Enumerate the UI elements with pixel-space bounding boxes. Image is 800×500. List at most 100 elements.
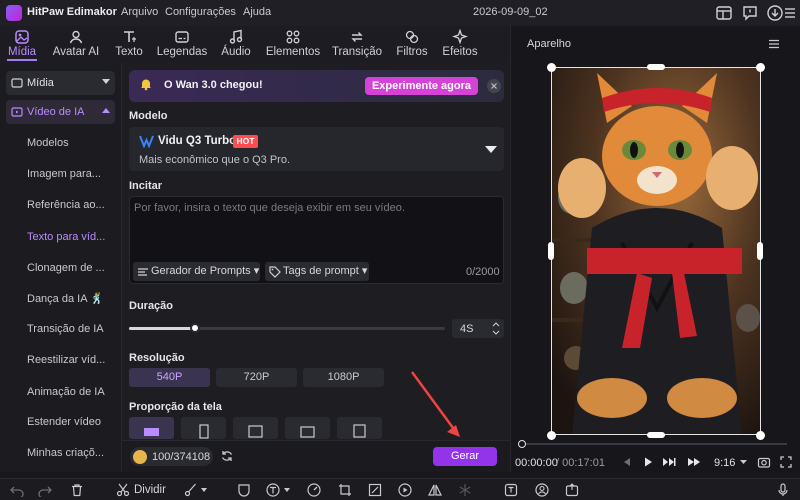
feedback-icon[interactable]	[741, 4, 759, 22]
tab-midia[interactable]: Mídia	[4, 26, 40, 62]
try-now-button[interactable]: Experimente agora	[365, 77, 478, 95]
music-icon	[229, 29, 243, 44]
sidebar-item-clonagem[interactable]: Clonagem de ...	[27, 262, 105, 274]
model-description: Mais econômico que o Q3 Pro.	[139, 154, 291, 166]
speed-icon[interactable]	[307, 483, 321, 497]
refresh-icon[interactable]	[220, 449, 234, 463]
tab-avatar-ai[interactable]: Avatar AI	[48, 26, 104, 62]
tab-legendas[interactable]: Legendas	[155, 26, 209, 62]
resize-handle-top[interactable]	[647, 64, 665, 70]
stepper-arrows-icon[interactable]	[492, 321, 500, 336]
resize-handle-top-right[interactable]	[756, 63, 765, 72]
project-name: 2026-09-09_02	[473, 6, 548, 18]
mask-icon[interactable]	[237, 483, 251, 497]
replay-icon[interactable]	[398, 483, 412, 497]
text-tool-icon[interactable]	[266, 483, 292, 497]
tab-texto[interactable]: Texto	[110, 26, 148, 62]
menu-configuracoes[interactable]: Configurações	[165, 6, 236, 18]
redo-icon[interactable]	[38, 483, 52, 497]
snapshot-icon[interactable]	[757, 455, 771, 469]
tab-audio[interactable]: Áudio	[219, 26, 253, 62]
list-icon	[137, 266, 149, 278]
title-bar	[0, 0, 800, 26]
sidebar-item-modelos[interactable]: Modelos	[27, 137, 69, 149]
resolution-1080p[interactable]: 1080P	[303, 368, 384, 387]
avatar-icon	[69, 30, 83, 44]
sidebar-item-danca-ia[interactable]: Dança da IA 🕺	[27, 292, 104, 305]
tab-filtros[interactable]: Filtros	[393, 26, 431, 62]
resolution-label: Resolução	[129, 352, 185, 364]
active-tab-indicator	[7, 59, 37, 61]
video-preview[interactable]	[551, 67, 761, 435]
menu-icon[interactable]	[768, 38, 780, 50]
ai-text-icon[interactable]	[504, 483, 518, 497]
sidebar-item-texto-para-video[interactable]: Texto para víd...	[27, 231, 105, 243]
folder-icon	[11, 77, 23, 89]
sidebar-item-imagem-para[interactable]: Imagem para...	[27, 168, 101, 180]
resolution-540p[interactable]: 540P	[129, 368, 210, 387]
transform-icon[interactable]	[368, 483, 382, 497]
aspect-ratio-label: Proporção da tela	[129, 401, 222, 413]
sidebar-item-transicao-ia[interactable]: Transição de IA	[27, 323, 104, 335]
preview-title: Aparelho	[527, 38, 572, 50]
resize-handle-top-left[interactable]	[547, 63, 556, 72]
annotation-arrow	[408, 370, 464, 440]
undo-icon[interactable]	[10, 483, 24, 497]
fullscreen-icon[interactable]	[779, 455, 793, 469]
sidebar-item-minhas-criacoes[interactable]: Minhas criaçõ...	[27, 447, 104, 459]
close-banner-button[interactable]	[487, 79, 501, 93]
mirror-icon[interactable]	[428, 483, 442, 497]
captions-icon	[175, 31, 189, 43]
crop-icon[interactable]	[338, 483, 352, 497]
sidebar-item-reestilizar[interactable]: Reestilizar víd...	[27, 354, 105, 366]
prompt-generator-button[interactable]: Gerador de Prompts ▾	[133, 262, 260, 281]
ai-avatar-icon[interactable]	[535, 483, 549, 497]
resize-handle-bottom-right[interactable]	[756, 431, 765, 440]
resize-handle-bottom[interactable]	[647, 432, 665, 438]
chevron-down-icon[interactable]	[485, 146, 497, 154]
sidebar-item-referencia[interactable]: Referência ao...	[27, 199, 105, 211]
current-time: 00:00:00	[515, 457, 558, 469]
menu-ajuda[interactable]: Ajuda	[243, 6, 271, 18]
scissors-icon[interactable]	[116, 483, 130, 497]
export-frame-icon[interactable]	[565, 483, 579, 497]
prompt-section-label: Incitar	[129, 180, 163, 192]
delete-icon[interactable]	[70, 483, 84, 497]
layout-icon[interactable]	[715, 4, 733, 22]
playhead-handle[interactable]	[518, 440, 526, 448]
more-icon[interactable]	[783, 4, 797, 22]
prev-frame-icon[interactable]	[621, 456, 633, 468]
menu-arquivo[interactable]: Arquivo	[121, 6, 158, 18]
bell-icon	[139, 77, 153, 91]
chevron-up-icon	[102, 108, 110, 114]
tab-transicao[interactable]: Transição	[330, 26, 384, 62]
next-frame-icon[interactable]	[661, 456, 677, 468]
split-button[interactable]: Dividir	[134, 484, 166, 496]
resize-handle-bottom-left[interactable]	[547, 431, 556, 440]
aspect-1-1-button[interactable]	[285, 417, 330, 439]
aspect-portrait-button[interactable]	[181, 417, 226, 439]
resize-handle-left[interactable]	[548, 242, 554, 260]
tab-efeitos[interactable]: Efeitos	[440, 26, 480, 62]
download-icon[interactable]	[766, 4, 784, 22]
freeze-icon[interactable]	[458, 483, 472, 497]
sidebar-item-animacao-ia[interactable]: Animação de IA	[27, 386, 105, 398]
sidebar-item-estender-video[interactable]: Estender vídeo	[27, 416, 101, 428]
playback-scrubber[interactable]	[521, 443, 787, 445]
media-icon	[15, 30, 29, 44]
cat-fighter-image	[552, 68, 760, 434]
aspect-ratio-selector[interactable]: 9:16	[714, 457, 735, 469]
resize-handle-right[interactable]	[757, 242, 763, 260]
generate-button[interactable]: Gerar	[433, 447, 497, 466]
microphone-icon[interactable]	[776, 483, 790, 497]
aspect-4-3-button[interactable]	[233, 417, 278, 439]
aspect-9-16-button[interactable]	[129, 417, 174, 439]
prompt-placeholder: Por favor, insira o texto que deseja exi…	[134, 202, 405, 214]
smart-cut-icon[interactable]	[184, 483, 208, 497]
fast-forward-icon[interactable]	[687, 456, 701, 468]
model-name: Vidu Q3 Turbo	[158, 135, 237, 147]
play-icon[interactable]	[642, 456, 654, 468]
tab-elementos[interactable]: Elementos	[264, 26, 322, 62]
aspect-3-4-button[interactable]	[337, 417, 382, 439]
resolution-720p[interactable]: 720P	[216, 368, 297, 387]
